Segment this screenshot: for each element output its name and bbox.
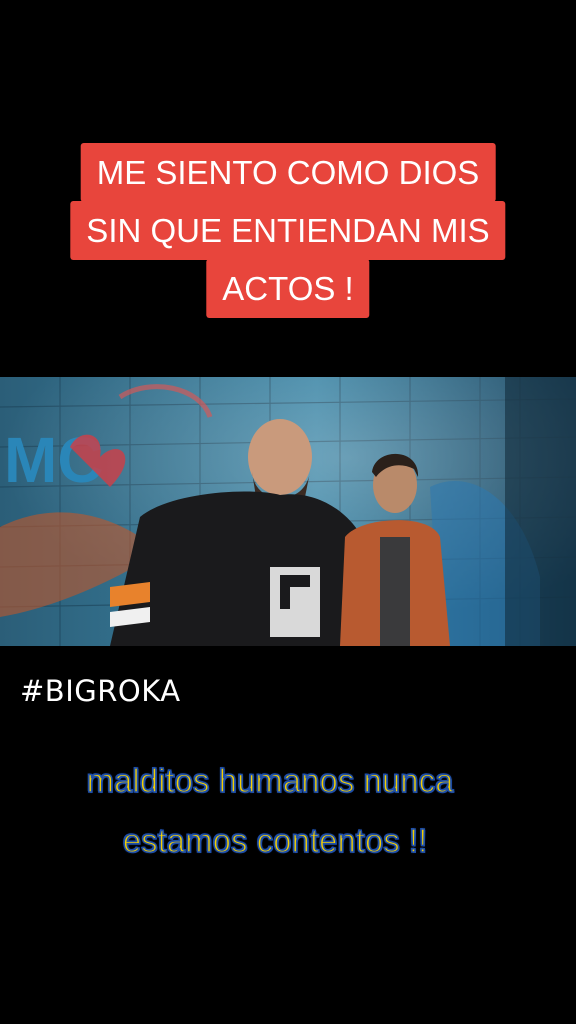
top-caption-line-1: ME SIENTO COMO DIOS xyxy=(80,143,496,202)
top-caption-line-3: ACTOS ! xyxy=(206,259,370,318)
top-caption-line-2: SIN QUE ENTIENDAN MIS xyxy=(70,201,506,260)
subtitle-line-2: estamos contentos !! xyxy=(122,821,428,860)
video-frame[interactable]: MC xyxy=(0,377,576,646)
subtitle-line-1: malditos humanos nunca xyxy=(86,761,454,800)
video-scene: MC xyxy=(0,377,576,646)
hashtag-label: #BIGROKA xyxy=(20,674,181,708)
